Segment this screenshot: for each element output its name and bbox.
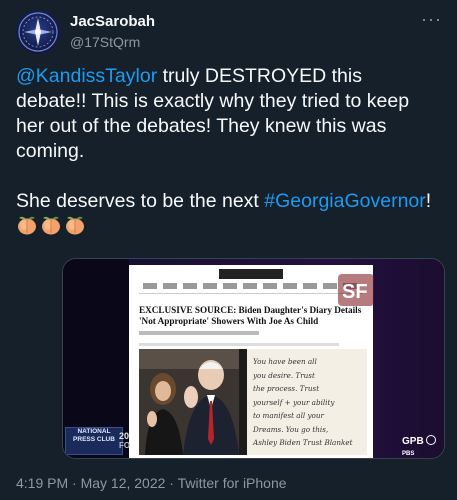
space-badge-icon [18, 12, 58, 52]
divider [139, 293, 363, 294]
handwriting-line: Ashley Biden Trust Blanket [253, 438, 353, 447]
handwriting-line: the process. Trust [253, 384, 320, 393]
article-photo: You have been all you desire. Trust the … [139, 349, 367, 455]
site-nav [143, 283, 359, 289]
handwriting-line: to manifest all your [253, 411, 324, 420]
handwriting-line: Dreams. You go this, [253, 424, 329, 434]
peach-emoji [42, 216, 60, 235]
tweet-timestamp[interactable]: 4:19 PM · May 12, 2022 · Twitter for iPh… [16, 474, 287, 492]
tweet-media-video[interactable]: EXCLUSIVE SOURCE: Biden Daughter's Diary… [62, 258, 445, 459]
article-headline: EXCLUSIVE SOURCE: Biden Daughter's Diary… [139, 305, 362, 326]
peach-emoji [18, 216, 36, 235]
lower-third-subtext: FO [119, 441, 131, 450]
mention-link[interactable]: @KandissTaylor [16, 65, 157, 87]
tweet-paragraph-1: @KandissTaylor truly DESTROYED this deba… [16, 64, 436, 164]
article-meta [139, 343, 339, 346]
tweet-header: JacSarobah @17StQrm ··· [16, 10, 441, 58]
network-name: GPB [402, 436, 424, 447]
hashtag-link[interactable]: #GeorgiaGovernor [264, 190, 426, 212]
article-byline [139, 331, 259, 335]
tweet-text: @KandissTaylor truly DESTROYED this deba… [16, 64, 436, 239]
site-logo [219, 269, 283, 279]
sf-corner-logo-icon: SF [338, 274, 374, 306]
press-club-logo: NATIONAL PRESS CLUB [65, 427, 123, 455]
author-display-name[interactable]: JacSarobah [70, 12, 155, 31]
tweet-paragraph-2: She deserves to be the next #GeorgiaGove… [16, 189, 436, 239]
handwriting-line: yourself + your ability [253, 397, 335, 407]
network-logo: GPB PBS [402, 435, 444, 458]
author-names: JacSarobah @17StQrm [70, 12, 155, 51]
pbs-icon [425, 435, 436, 445]
diary-handwriting: You have been all you desire. Trust the … [253, 355, 365, 450]
lower-third-text: 20 [119, 431, 130, 441]
handwriting-line: You have been all [253, 357, 317, 366]
avatar[interactable] [16, 10, 60, 54]
tweet-text-part-2: She deserves to be the next [16, 190, 265, 212]
handwriting-line: you desire. Trust [253, 370, 315, 380]
peach-emoji [66, 216, 84, 235]
svg-text:SF: SF [342, 281, 368, 303]
tweet-text-part-3: ! [425, 190, 432, 212]
network-sub: PBS [402, 451, 415, 457]
ellipsis-icon[interactable]: ··· [421, 10, 441, 28]
author-handle[interactable]: @17StQrm [70, 33, 155, 51]
tweet-card: JacSarobah @17StQrm ··· @KandissTaylor t… [0, 0, 457, 500]
